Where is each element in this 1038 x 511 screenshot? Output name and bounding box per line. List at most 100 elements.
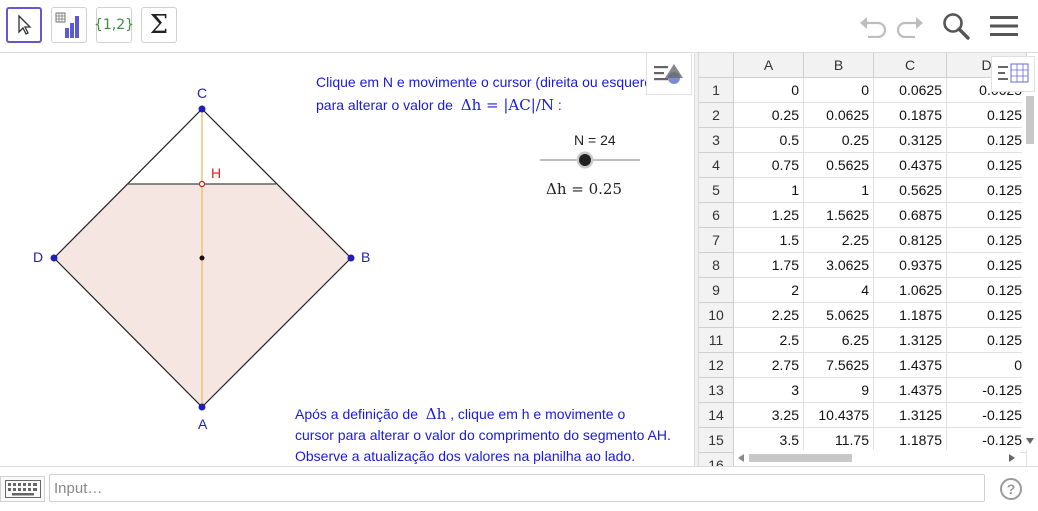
cell-a12[interactable]: 2.75: [734, 353, 804, 378]
cell-d4[interactable]: 0.125: [947, 153, 1027, 178]
cell-a11[interactable]: 2.5: [734, 328, 804, 353]
row-header[interactable]: 13: [699, 378, 734, 403]
redo-button[interactable]: [894, 10, 926, 42]
cell-b4[interactable]: 0.5625: [804, 153, 874, 178]
spreadsheet-corner[interactable]: [699, 53, 734, 78]
slider-n-label[interactable]: N = 24: [574, 132, 616, 148]
scroll-down-arrow-icon[interactable]: [1025, 437, 1035, 445]
cell-d7[interactable]: 0.125: [947, 228, 1027, 253]
cell-a10[interactable]: 2.25: [734, 303, 804, 328]
horizontal-scroll-thumb[interactable]: [749, 454, 852, 462]
vertical-scroll-thumb[interactable]: [1026, 96, 1034, 144]
cell-c8[interactable]: 0.9375: [874, 253, 947, 278]
row-header[interactable]: 10: [699, 303, 734, 328]
cell-a6[interactable]: 1.25: [734, 203, 804, 228]
point-c[interactable]: [198, 105, 206, 113]
algebra-input-field[interactable]: [49, 474, 985, 502]
delta-h-value[interactable]: Δh = 0.25: [546, 180, 622, 198]
cell-d5[interactable]: 0.125: [947, 178, 1027, 203]
cell-c6[interactable]: 0.6875: [874, 203, 947, 228]
cell-d2[interactable]: 0.125: [947, 103, 1027, 128]
row-header[interactable]: 11: [699, 328, 734, 353]
scroll-right-arrow-icon[interactable]: [1008, 453, 1016, 463]
cell-d13[interactable]: -0.125: [947, 378, 1027, 403]
undo-button[interactable]: [857, 10, 889, 42]
row-header[interactable]: 15: [699, 428, 734, 453]
cell-b13[interactable]: 9: [804, 378, 874, 403]
scroll-left-arrow-icon[interactable]: [737, 453, 745, 463]
cell-b12[interactable]: 7.5625: [804, 353, 874, 378]
cell-a3[interactable]: 0.5: [734, 128, 804, 153]
graphics-view[interactable]: C B D A H Clique em N e movimente o curs…: [0, 53, 694, 466]
cell-a13[interactable]: 3: [734, 378, 804, 403]
cell-b9[interactable]: 4: [804, 278, 874, 303]
cell-a5[interactable]: 1: [734, 178, 804, 203]
help-button[interactable]: ?: [1000, 478, 1022, 500]
cell-d3[interactable]: 0.125: [947, 128, 1027, 153]
cell-a2[interactable]: 0.25: [734, 103, 804, 128]
column-header-b[interactable]: B: [804, 53, 874, 78]
spreadsheet-style-bar-button[interactable]: [991, 56, 1035, 92]
move-tool-button[interactable]: [6, 7, 42, 43]
cell-b1[interactable]: 0: [804, 78, 874, 103]
cell-c4[interactable]: 0.4375: [874, 153, 947, 178]
row-header[interactable]: 9: [699, 278, 734, 303]
spreadsheet-stats-tool-button[interactable]: [51, 7, 87, 43]
cell-d9[interactable]: 0.125: [947, 278, 1027, 303]
cell-a1[interactable]: 0: [734, 78, 804, 103]
row-header[interactable]: 5: [699, 178, 734, 203]
cell-c3[interactable]: 0.3125: [874, 128, 947, 153]
cell-c9[interactable]: 1.0625: [874, 278, 947, 303]
horizontal-scrollbar[interactable]: [734, 450, 1020, 466]
cell-c10[interactable]: 1.1875: [874, 303, 947, 328]
cell-d10[interactable]: 0.125: [947, 303, 1027, 328]
row-header[interactable]: 8: [699, 253, 734, 278]
column-header-a[interactable]: A: [734, 53, 804, 78]
cell-b11[interactable]: 6.25: [804, 328, 874, 353]
cell-b7[interactable]: 2.25: [804, 228, 874, 253]
cell-a9[interactable]: 2: [734, 278, 804, 303]
cell-d6[interactable]: 0.125: [947, 203, 1027, 228]
sum-tool-button[interactable]: Σ: [141, 7, 177, 43]
row-header[interactable]: 2: [699, 103, 734, 128]
list-tool-button[interactable]: {1,2}: [94, 7, 134, 43]
cell-a14[interactable]: 3.25: [734, 403, 804, 428]
cell-b2[interactable]: 0.0625: [804, 103, 874, 128]
point-a[interactable]: [198, 403, 206, 411]
cell-c12[interactable]: 1.4375: [874, 353, 947, 378]
row-header[interactable]: 1: [699, 78, 734, 103]
cell-c14[interactable]: 1.3125: [874, 403, 947, 428]
graphics-style-bar-button[interactable]: [646, 53, 692, 95]
cell-a4[interactable]: 0.75: [734, 153, 804, 178]
cell-d12[interactable]: 0: [947, 353, 1027, 378]
cell-b5[interactable]: 1: [804, 178, 874, 203]
row-header[interactable]: 7: [699, 228, 734, 253]
cell-c1[interactable]: 0.0625: [874, 78, 947, 103]
column-header-c[interactable]: C: [874, 53, 947, 78]
vertical-scrollbar[interactable]: [1022, 78, 1038, 450]
cell-b8[interactable]: 3.0625: [804, 253, 874, 278]
cell-a7[interactable]: 1.5: [734, 228, 804, 253]
keyboard-button[interactable]: [0, 476, 45, 502]
cell-c13[interactable]: 1.4375: [874, 378, 947, 403]
row-header[interactable]: 12: [699, 353, 734, 378]
cell-b6[interactable]: 1.5625: [804, 203, 874, 228]
point-d[interactable]: [50, 254, 58, 262]
cell-b10[interactable]: 5.0625: [804, 303, 874, 328]
cell-d11[interactable]: 0.125: [947, 328, 1027, 353]
point-b[interactable]: [347, 254, 355, 262]
cell-d8[interactable]: 0.125: [947, 253, 1027, 278]
cell-a8[interactable]: 1.75: [734, 253, 804, 278]
point-h[interactable]: [198, 180, 206, 188]
cell-c7[interactable]: 0.8125: [874, 228, 947, 253]
row-header[interactable]: 4: [699, 153, 734, 178]
row-header[interactable]: 6: [699, 203, 734, 228]
main-menu-button[interactable]: [988, 10, 1020, 42]
search-button[interactable]: [940, 10, 972, 42]
row-header[interactable]: 14: [699, 403, 734, 428]
cell-c5[interactable]: 0.5625: [874, 178, 947, 203]
row-header[interactable]: 16: [699, 453, 734, 466]
cell-b14[interactable]: 10.4375: [804, 403, 874, 428]
spreadsheet-view[interactable]: A B C D 1000.06250.062520.250.06250.1875…: [699, 53, 1038, 466]
row-header[interactable]: 3: [699, 128, 734, 153]
